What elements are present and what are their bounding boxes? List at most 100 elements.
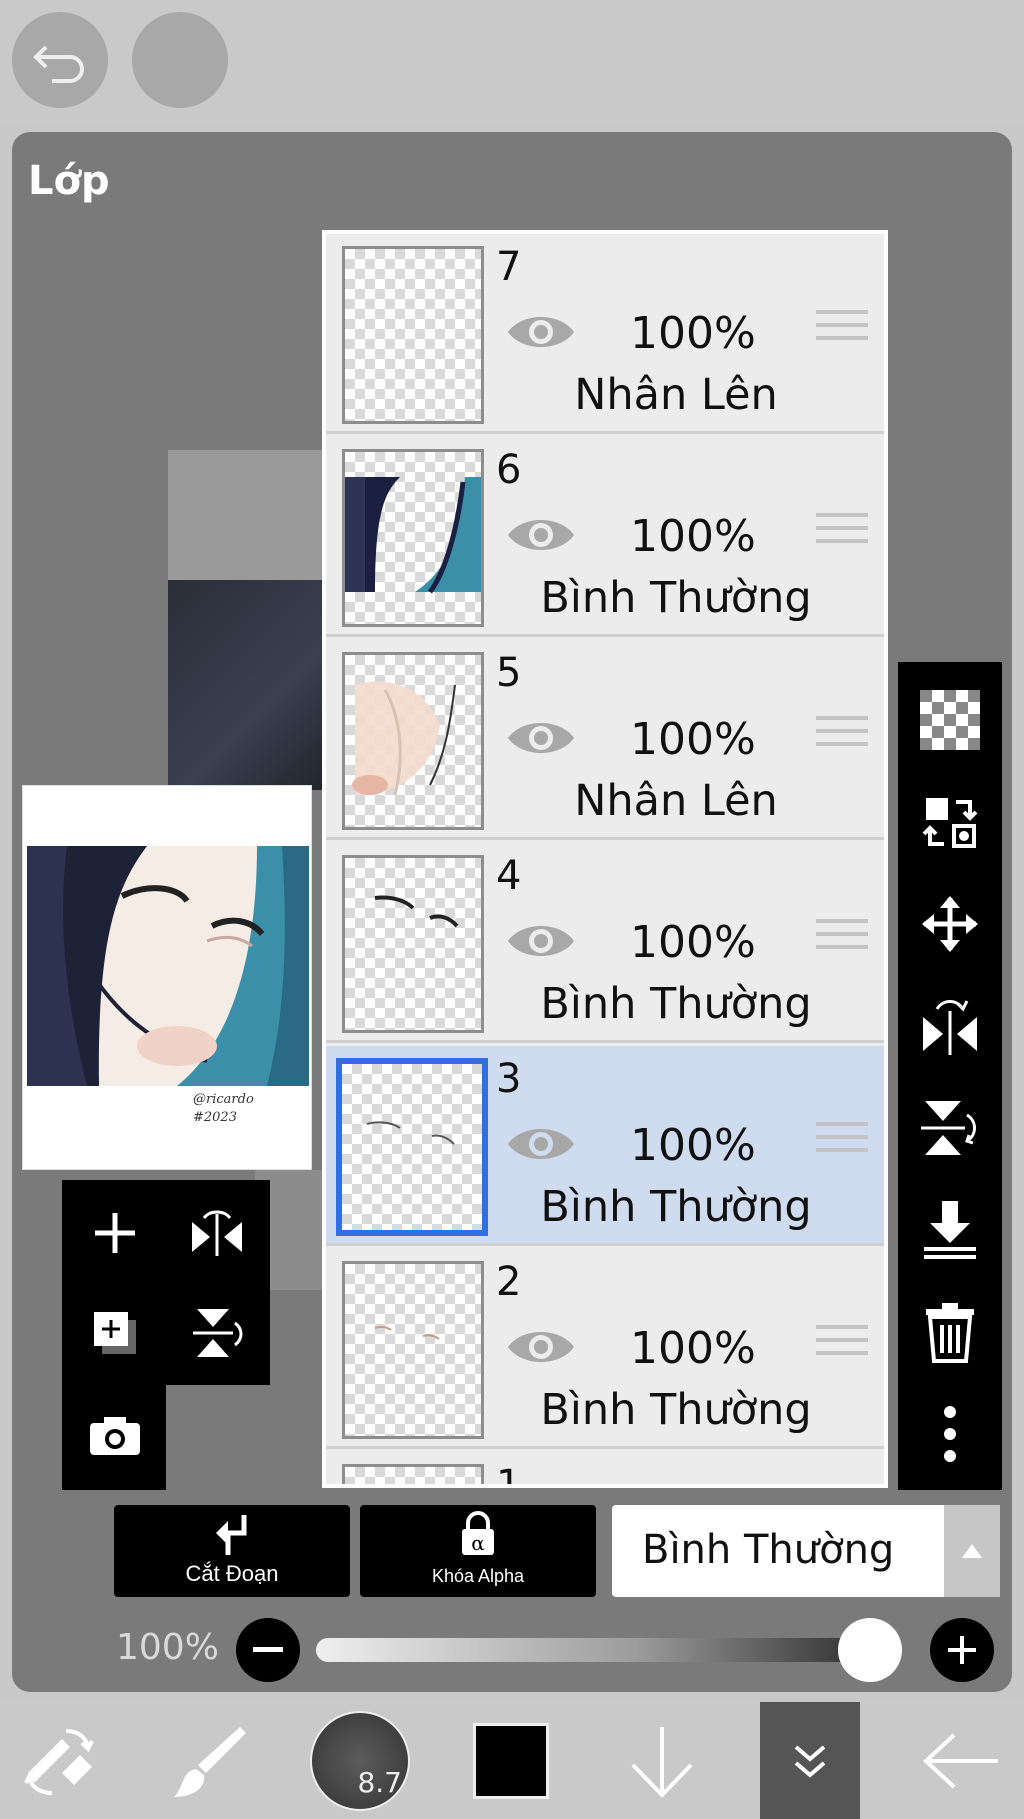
redo-button[interactable] [132, 12, 228, 108]
alpha-lock-button[interactable]: α Khóa Alpha [360, 1505, 596, 1597]
flip-vertical-button[interactable] [172, 1288, 262, 1378]
opacity-label: 100% [116, 1627, 219, 1668]
new-transparent-layer-button[interactable] [898, 672, 1002, 768]
visibility-toggle[interactable] [506, 1122, 576, 1171]
layer-row-4[interactable]: 4 100% Bình Thường [326, 843, 884, 1043]
flip-horizontal-button[interactable] [172, 1188, 262, 1278]
layer-number: 5 [496, 650, 522, 696]
visibility-toggle[interactable] [506, 310, 576, 359]
flip-layer-horizontal-button[interactable] [898, 978, 1002, 1074]
layer-down-button[interactable] [612, 1702, 712, 1819]
drag-handle[interactable] [816, 716, 868, 755]
brush-tool-button[interactable] [160, 1702, 260, 1819]
eye-icon [508, 317, 574, 347]
layer-list[interactable]: 7 100% Nhân Lên 6 100% Bình Thường 5 100… [322, 230, 888, 1488]
opacity-slider-thumb[interactable] [838, 1618, 902, 1682]
layer-opacity: 100% [630, 308, 756, 359]
layer-number: 3 [496, 1056, 522, 1102]
opacity-increase-button[interactable] [930, 1618, 994, 1682]
eye-icon [508, 520, 574, 550]
eye-icon [508, 926, 574, 956]
blend-mode-value: Bình Thường [642, 1527, 895, 1573]
clipping-arrow-icon [216, 1515, 247, 1555]
clipping-button[interactable]: Cắt Đoạn [114, 1505, 350, 1597]
canvas-preview[interactable]: @ricardo #2023 [22, 785, 312, 1170]
layer-thumbnail [342, 652, 484, 830]
undo-icon [33, 45, 84, 83]
bottom-toolbar: 8.7 [0, 1702, 1024, 1819]
opacity-slider[interactable] [316, 1638, 896, 1662]
layer-row-6[interactable]: 6 100% Bình Thường [326, 437, 884, 637]
add-layer-button[interactable] [70, 1188, 160, 1278]
more-options-button[interactable] [898, 1386, 1002, 1482]
flip-vertical-icon [193, 1309, 243, 1357]
layer-row-3[interactable]: 3 100% Bình Thường [326, 1046, 884, 1246]
drag-handle[interactable] [816, 1122, 868, 1161]
top-bar [0, 0, 1024, 125]
layer-thumbnail [342, 449, 484, 627]
layer-blend-mode: Bình Thường [540, 979, 812, 1029]
layer-number: 7 [496, 244, 522, 290]
brush-icon [174, 1726, 246, 1797]
merge-down-button[interactable] [898, 1182, 1002, 1278]
layer-row-2[interactable]: 2 100% Bình Thường [326, 1249, 884, 1449]
swap-layer-button[interactable] [898, 774, 1002, 870]
layer-panel-toggle-button[interactable] [760, 1702, 860, 1819]
layer-row-1[interactable]: 1 [326, 1452, 884, 1488]
delete-layer-button[interactable] [898, 1284, 1002, 1380]
canvas-artwork [168, 580, 328, 790]
svg-text:α: α [471, 1531, 485, 1555]
layer-blend-mode: Bình Thường [540, 573, 812, 623]
undo-button[interactable] [12, 12, 108, 108]
visibility-toggle[interactable] [506, 1325, 576, 1374]
eye-icon [508, 723, 574, 753]
drag-handle[interactable] [816, 310, 868, 349]
layer-blend-mode: Nhân Lên [574, 776, 778, 826]
canvas-background [168, 450, 328, 580]
move-layer-button[interactable] [898, 876, 1002, 972]
eye-icon [508, 1129, 574, 1159]
color-picker-button[interactable] [466, 1702, 556, 1819]
layer-row-7[interactable]: 7 100% Nhân Lên [326, 234, 884, 434]
swap-icon [922, 798, 978, 848]
brush-size-value: 8.7 [357, 1765, 402, 1799]
checkerboard-icon [920, 690, 980, 750]
minus-icon [253, 1647, 283, 1652]
arrow-left-icon [923, 1733, 998, 1788]
visibility-toggle[interactable] [506, 716, 576, 765]
layer-number: 2 [496, 1259, 522, 1305]
preview-artwork [27, 846, 309, 1086]
layer-number: 1 [496, 1462, 522, 1488]
opacity-decrease-button[interactable] [236, 1618, 300, 1682]
lock-icon: α [462, 1511, 494, 1555]
drag-handle[interactable] [816, 1325, 868, 1364]
eye-icon [508, 1332, 574, 1362]
visibility-toggle[interactable] [506, 513, 576, 562]
layer-number: 4 [496, 853, 522, 899]
duplicate-layer-button[interactable] [70, 1288, 160, 1378]
more-vertical-icon [944, 1406, 956, 1462]
layer-opacity: 100% [630, 917, 756, 968]
double-chevron-down-icon [794, 1744, 826, 1778]
layer-row-5[interactable]: 5 100% Nhân Lên [326, 640, 884, 840]
layer-opacity: 100% [630, 1323, 756, 1374]
visibility-toggle[interactable] [506, 919, 576, 968]
layer-thumbnail [342, 855, 484, 1033]
tool-switch-button[interactable] [10, 1702, 110, 1819]
duplicate-icon [94, 1312, 136, 1354]
layer-blend-mode: Bình Thường [540, 1182, 812, 1232]
drag-handle[interactable] [816, 919, 868, 958]
camera-import-button[interactable] [70, 1390, 160, 1480]
back-button[interactable] [912, 1702, 1012, 1819]
drag-handle[interactable] [816, 513, 868, 552]
blend-mode-select[interactable]: Bình Thường [612, 1505, 1000, 1597]
layer-thumbnail [336, 1058, 488, 1236]
camera-icon [90, 1417, 140, 1455]
blend-mode-dropdown-button[interactable] [944, 1505, 1000, 1597]
brush-size-button[interactable]: 8.7 [308, 1702, 412, 1819]
brush-eraser-swap-icon [24, 1728, 94, 1795]
flip-layer-vertical-button[interactable] [898, 1080, 1002, 1176]
move-icon [922, 896, 978, 952]
preview-signature: @ricardo #2023 [193, 1092, 254, 1125]
layer-number: 6 [496, 447, 522, 493]
